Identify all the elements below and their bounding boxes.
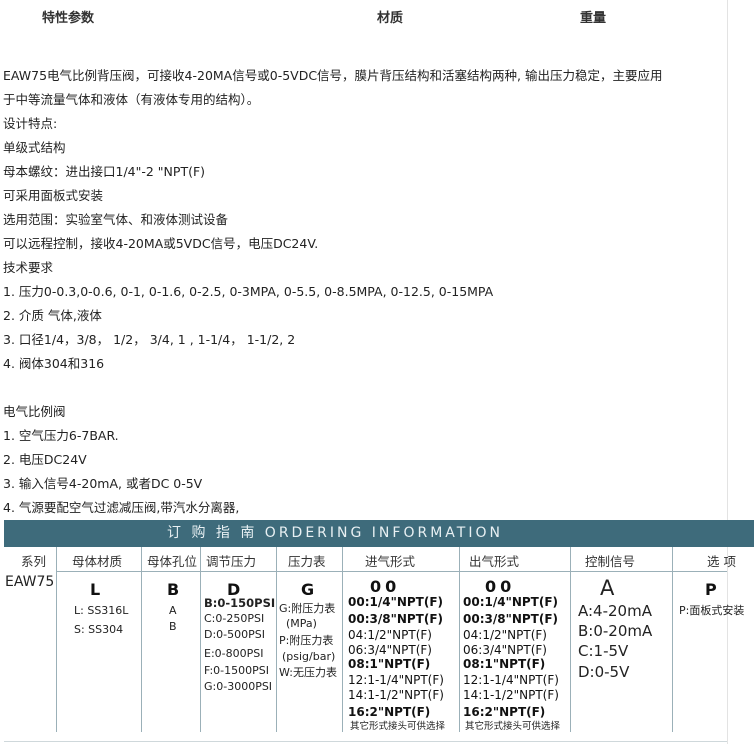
gauge-code: G	[301, 580, 315, 599]
header-material: 材质	[377, 11, 404, 26]
outlet-option: 00:1/4"NPT(F)	[463, 595, 559, 609]
body-line: 可采用面板式安装	[3, 188, 104, 203]
port-option: A	[169, 604, 177, 617]
outlet-option: 12:1-1/4"NPT(F)	[463, 673, 559, 687]
ordering-title-bar: 订 购 指 南 ORDERING INFORMATION	[4, 520, 754, 547]
signal-option: A:4-20mA	[578, 602, 652, 620]
gauge-option: P:附压力表	[279, 634, 334, 647]
col-header-gauge: 压力表	[288, 554, 326, 569]
inlet-note: 其它形式接头可供选择	[350, 721, 446, 732]
col-header-outlet: 出气形式	[469, 554, 520, 569]
ordering-title: 订 购 指 南 ORDERING INFORMATION	[167, 525, 503, 541]
body-line: EAW75电气比例背压阀，可接收4-20MA信号或0-5VDC信号，膜片背压结构…	[3, 68, 663, 83]
option-code: P	[705, 580, 717, 599]
column-divider	[141, 547, 142, 732]
header-spec-params: 特性参数	[42, 11, 95, 26]
inlet-option: 14:1-1/2"NPT(F)	[348, 688, 444, 702]
signal-option: B:0-20mA	[578, 622, 653, 640]
body-line: 设计特点:	[3, 116, 58, 131]
col-header-series: 系列	[21, 554, 47, 569]
pressure-option: B:0-150PSI	[204, 596, 276, 610]
port-option: B	[169, 620, 177, 633]
outlet-option: 04:1/2"NPT(F)	[463, 628, 547, 642]
inlet-option: 04:1/2"NPT(F)	[348, 628, 432, 642]
material-option: S: SS304	[74, 623, 124, 636]
pressure-option: E:0-800PSI	[204, 647, 264, 660]
outlet-option: 08:1"NPT(F)	[463, 657, 546, 671]
outlet-option: 14:1-1/2"NPT(F)	[463, 688, 559, 702]
body-line: 2. 电压DC24V	[3, 452, 87, 467]
column-divider	[342, 547, 343, 732]
signal-option: C:1-5V	[578, 642, 629, 660]
column-divider	[56, 547, 57, 732]
column-divider	[459, 547, 460, 732]
outlet-option: 00:3/8"NPT(F)	[463, 612, 559, 626]
gauge-option: G:附压力表	[279, 602, 336, 615]
body-line: 电气比例阀	[3, 404, 66, 419]
body-line: 单级式结构	[3, 140, 66, 155]
body-line: 4. 气源要配空气过滤减压阀,带汽水分离器,	[3, 500, 240, 515]
material-code: L	[90, 580, 101, 599]
outlet-note: 其它形式接头可供选择	[465, 721, 561, 732]
gauge-option: (psig/bar)	[282, 650, 336, 663]
series-value: EAW75	[5, 574, 55, 590]
body-line: 3. 口径1/4，3/8， 1/2， 3/4, 1 , 1-1/4， 1-1/2…	[3, 332, 296, 347]
inlet-option: 12:1-1/4"NPT(F)	[348, 673, 444, 687]
body-line: 可以远程控制，接收4-20MA或5VDC信号，电压DC24V.	[3, 236, 319, 251]
body-line: 2. 介质 气体,液体	[3, 308, 102, 323]
col-header-inlet: 进气形式	[365, 554, 416, 569]
gauge-option: W:无压力表	[279, 666, 337, 679]
col-header-signal: 控制信号	[585, 554, 636, 569]
body-line: 4. 阀体304和316	[3, 356, 105, 371]
inlet-option: 00:1/4"NPT(F)	[348, 595, 444, 609]
column-divider	[570, 547, 571, 732]
col-header-material: 母体材质	[72, 554, 123, 569]
body-line: 1. 压力0-0.3,0-0.6, 0-1, 0-1.6, 0-2.5, 0-3…	[3, 284, 494, 299]
column-divider	[200, 547, 201, 732]
body-line: 选用范围：实验室气体、和液体测试设备	[3, 212, 229, 227]
inlet-option: 08:1"NPT(F)	[348, 657, 431, 671]
column-divider	[672, 547, 673, 732]
body-line: 技术要求	[3, 260, 54, 275]
port-code: B	[167, 580, 180, 599]
body-line: 于中等流量气体和液体（有液体专用的结构）。	[3, 92, 260, 107]
signal-option: D:0-5V	[578, 663, 630, 681]
body-line: 1. 空气压力6-7BAR.	[3, 428, 119, 443]
pressure-option: C:0-250PSI	[204, 612, 265, 625]
pressure-option: D:0-500PSI	[204, 628, 265, 641]
column-divider	[276, 547, 277, 732]
inlet-option: 00:3/8"NPT(F)	[348, 612, 444, 626]
signal-code: A	[600, 576, 615, 600]
gauge-option: (MPa)	[286, 617, 317, 630]
col-header-pressure: 调节压力	[206, 554, 257, 569]
table-bottom-rule	[4, 741, 727, 742]
pressure-option: G:0-3000PSI	[204, 680, 273, 693]
body-line: 3. 输入信号4-20mA, 或者DC 0-5V	[3, 476, 203, 491]
header-weight: 重量	[580, 11, 607, 26]
pressure-option: F:0-1500PSI	[204, 664, 270, 677]
scrollbar[interactable]	[727, 0, 756, 744]
header-divider	[56, 571, 727, 572]
option-value: P:面板式安装	[679, 604, 745, 617]
col-header-port: 母体孔位	[147, 554, 198, 569]
col-header-option: 选 项	[707, 554, 736, 569]
material-option: L: SS316L	[74, 604, 129, 617]
body-line: 母本螺纹：进出接口1/4"-2 "NPT(F)	[3, 164, 206, 179]
